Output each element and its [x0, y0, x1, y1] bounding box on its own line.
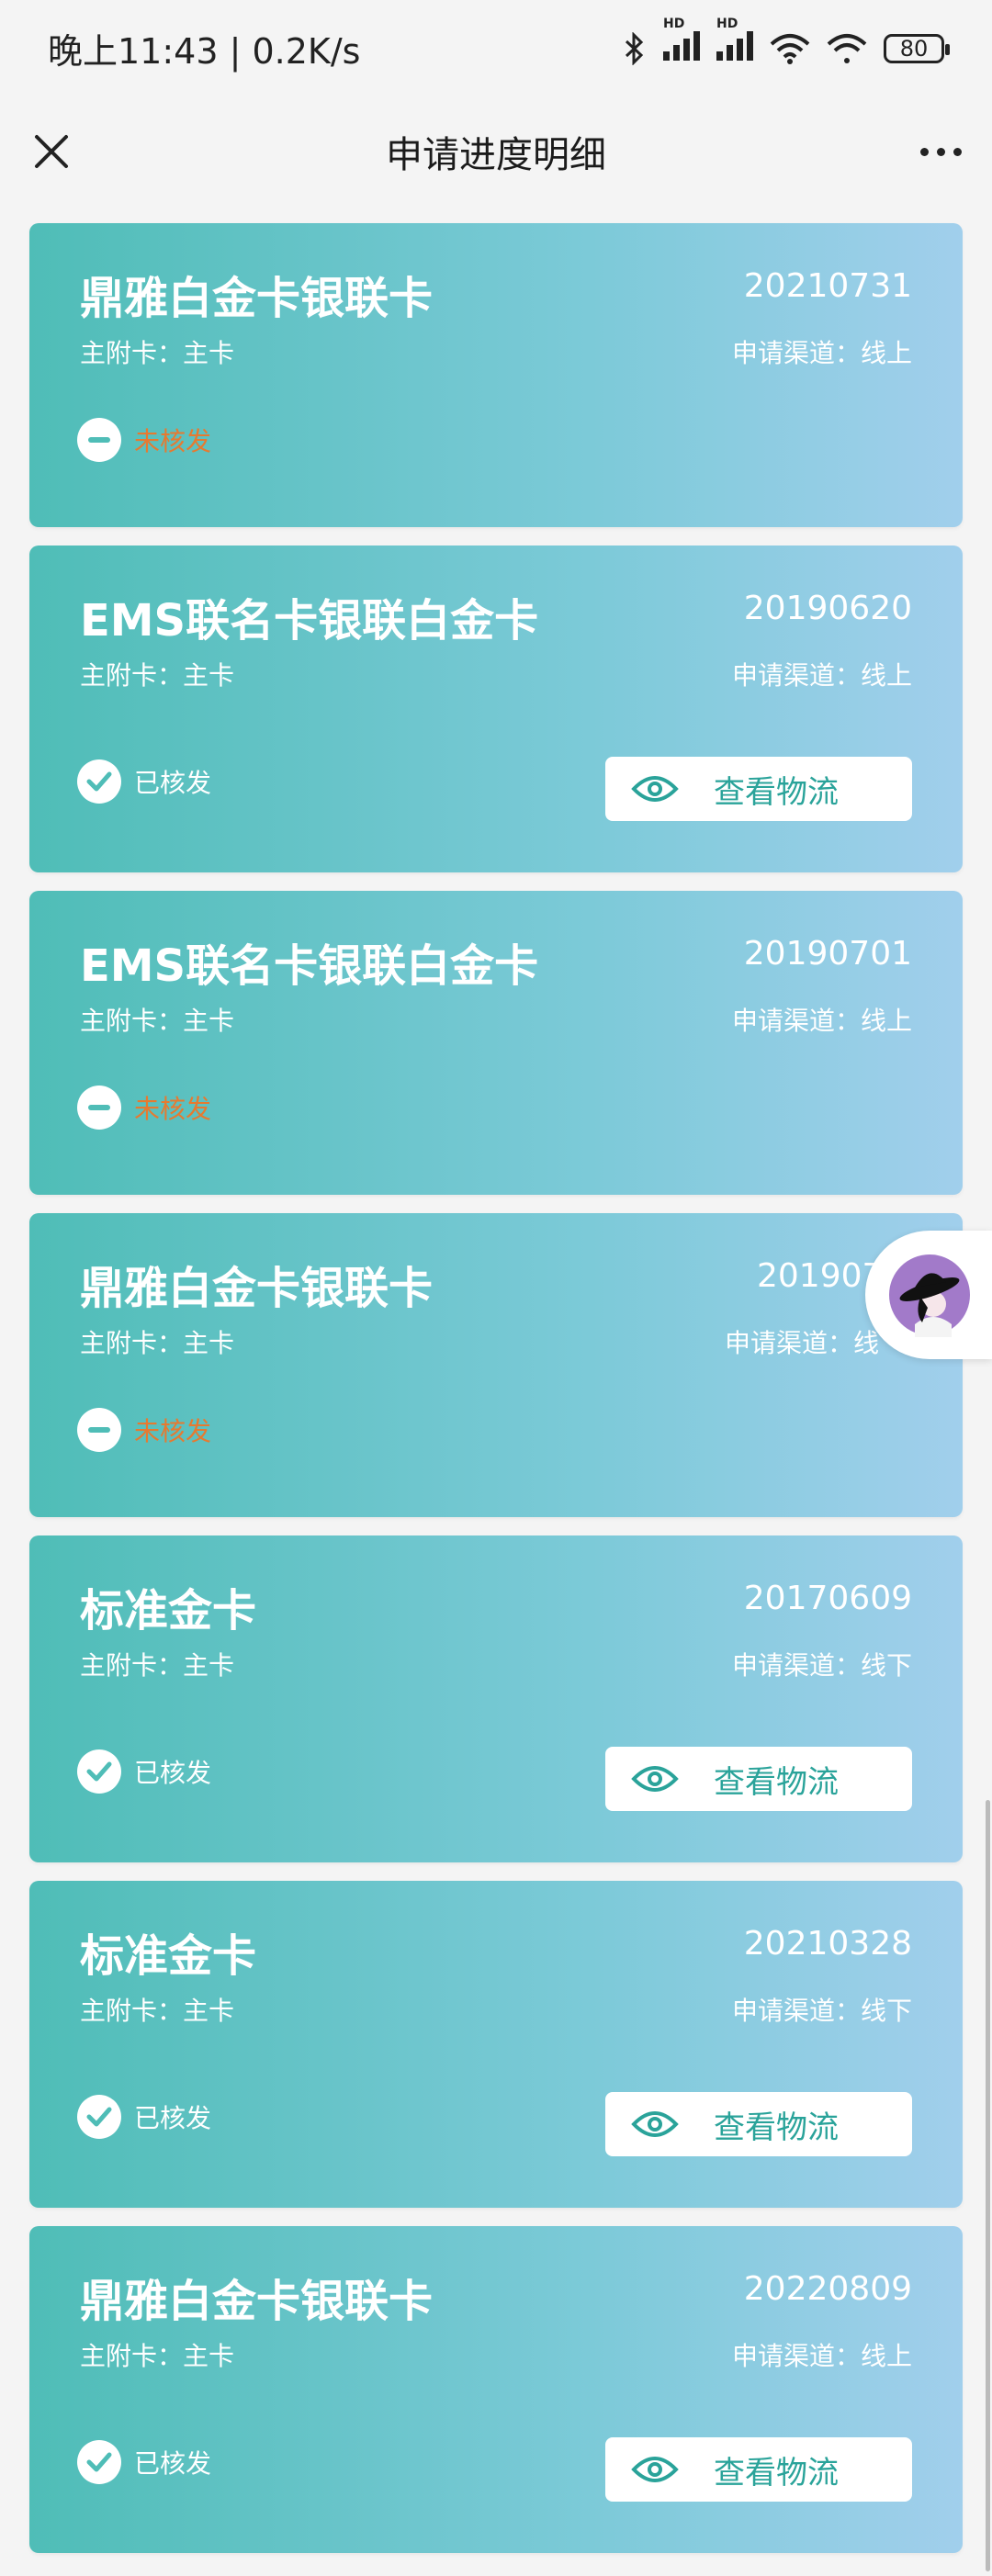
pending-icon	[77, 1408, 121, 1452]
channel-label: 申请渠道：线上	[731, 2341, 912, 2371]
status-row: 未核发	[77, 418, 211, 462]
card-type-label: 主附卡：主卡	[80, 1996, 235, 2026]
application-card[interactable]: EMS联名卡银联白金卡 20190701 主附卡：主卡 申请渠道：线上 未核发	[29, 891, 963, 1195]
wifi-icon	[770, 33, 810, 64]
application-card[interactable]: 鼎雅白金卡银联卡 201907 主附卡：主卡 申请渠道：线 未核发	[29, 1213, 963, 1517]
status-icons: HD HD 80	[623, 17, 950, 68]
wifi-icon-2	[827, 33, 867, 63]
application-card[interactable]: 鼎雅白金卡银联卡 20220809 主附卡：主卡 申请渠道：线上 已核发 查看物…	[29, 2226, 963, 2553]
card-name: 标准金卡	[80, 1585, 257, 1637]
application-date: 20210731	[743, 267, 912, 305]
status-row: 已核发	[77, 2095, 211, 2139]
eye-icon	[631, 776, 679, 802]
view-logistics-label: 查看物流	[714, 2109, 839, 2146]
check-icon	[77, 1749, 121, 1794]
bluetooth-icon	[625, 31, 644, 65]
floating-assistant-button[interactable]	[865, 1231, 992, 1359]
status-row: 已核发	[77, 1749, 211, 1794]
application-date: 20210328	[743, 1925, 912, 1963]
status-time-speed: 晚上11:43 | 0.2K/s	[48, 31, 361, 72]
card-name: 鼎雅白金卡银联卡	[80, 273, 434, 324]
view-logistics-label: 查看物流	[714, 2454, 839, 2492]
assistant-avatar-icon	[889, 1254, 970, 1337]
eye-icon	[631, 2111, 679, 2137]
check-icon	[77, 759, 121, 804]
card-type-label: 主附卡：主卡	[80, 2341, 235, 2371]
card-type-label: 主附卡：主卡	[80, 338, 235, 368]
view-logistics-label: 查看物流	[714, 773, 839, 811]
signal-icon-2: HD	[716, 17, 753, 68]
status-text: 已核发	[134, 768, 212, 798]
eye-icon	[631, 2457, 679, 2482]
status-text: 已核发	[134, 1758, 212, 1788]
status-row: 已核发	[77, 759, 211, 804]
pending-icon	[77, 418, 121, 462]
application-list: 鼎雅白金卡银联卡 20210731 主附卡：主卡 申请渠道：线上 未核发 EMS…	[29, 223, 963, 2571]
application-card[interactable]: 标准金卡 20210328 主附卡：主卡 申请渠道：线下 已核发 查看物流	[29, 1881, 963, 2208]
status-text: 未核发	[134, 1094, 212, 1124]
card-name: 标准金卡	[80, 1930, 257, 1982]
page-title: 申请进度明细	[386, 134, 606, 176]
status-bar: 晚上11:43 | 0.2K/s HD HD 80	[0, 0, 992, 96]
view-logistics-button[interactable]: 查看物流	[605, 1747, 912, 1811]
view-logistics-button[interactable]: 查看物流	[605, 2092, 912, 2156]
status-row: 未核发	[77, 1408, 211, 1452]
view-logistics-button[interactable]: 查看物流	[605, 757, 912, 821]
application-card[interactable]: 标准金卡 20170609 主附卡：主卡 申请渠道：线下 已核发 查看物流	[29, 1535, 963, 1862]
application-date: 20170609	[743, 1580, 912, 1617]
status-row: 已核发	[77, 2440, 211, 2484]
more-icon[interactable]	[913, 129, 968, 174]
card-name: EMS联名卡银联白金卡	[80, 595, 539, 647]
nav-bar: 申请进度明细	[0, 96, 992, 207]
application-date: 20220809	[743, 2270, 912, 2308]
status-text: 未核发	[134, 1416, 212, 1446]
application-date: 201907	[757, 1257, 884, 1295]
card-name: EMS联名卡银联白金卡	[80, 940, 539, 992]
application-date: 20190620	[743, 590, 912, 627]
status-row: 未核发	[77, 1086, 211, 1130]
card-type-label: 主附卡：主卡	[80, 1006, 235, 1036]
status-text: 已核发	[134, 2448, 212, 2479]
application-card[interactable]: EMS联名卡银联白金卡 20190620 主附卡：主卡 申请渠道：线上 已核发 …	[29, 546, 963, 872]
channel-label: 申请渠道：线下	[731, 1650, 912, 1681]
channel-label: 申请渠道：线	[725, 1328, 880, 1358]
view-logistics-label: 查看物流	[714, 1763, 839, 1801]
close-icon[interactable]	[26, 126, 77, 177]
channel-label: 申请渠道：线上	[731, 338, 912, 368]
hd-badge-2: HD	[716, 16, 738, 31]
card-name: 鼎雅白金卡银联卡	[80, 1263, 434, 1314]
check-icon	[77, 2095, 121, 2139]
card-type-label: 主附卡：主卡	[80, 1650, 235, 1681]
signal-icon: HD	[663, 17, 700, 68]
battery-icon: 80	[884, 33, 950, 63]
channel-label: 申请渠道：线下	[731, 1996, 912, 2026]
card-name: 鼎雅白金卡银联卡	[80, 2276, 434, 2327]
view-logistics-button[interactable]: 查看物流	[605, 2437, 912, 2502]
hd-badge: HD	[663, 16, 685, 31]
channel-label: 申请渠道：线上	[731, 1006, 912, 1036]
card-type-label: 主附卡：主卡	[80, 660, 235, 691]
eye-icon	[631, 1766, 679, 1792]
application-date: 20190701	[743, 935, 912, 973]
channel-label: 申请渠道：线上	[731, 660, 912, 691]
status-text: 已核发	[134, 2103, 212, 2133]
check-icon	[77, 2440, 121, 2484]
card-type-label: 主附卡：主卡	[80, 1328, 235, 1358]
pending-icon	[77, 1086, 121, 1130]
scrollbar[interactable]	[986, 1800, 990, 2571]
application-card[interactable]: 鼎雅白金卡银联卡 20210731 主附卡：主卡 申请渠道：线上 未核发	[29, 223, 963, 527]
status-text: 未核发	[134, 426, 212, 456]
